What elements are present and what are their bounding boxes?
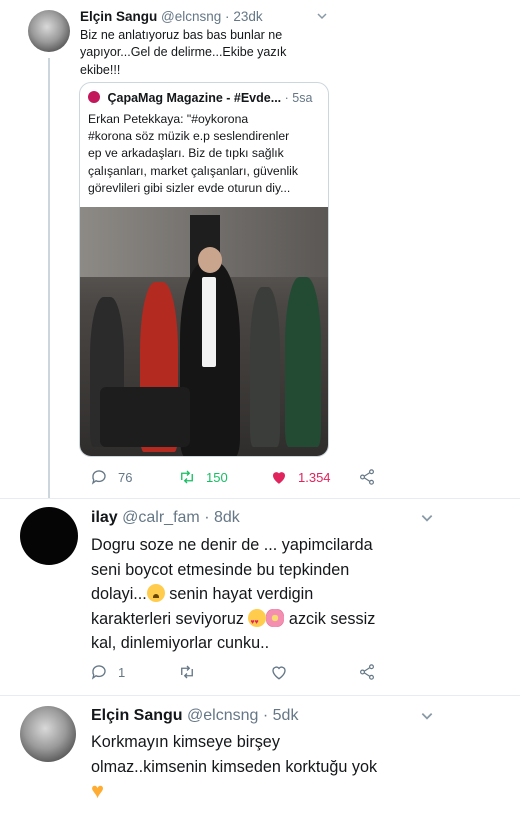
tweet-text-span: dolayi... [91,585,147,603]
tweet-text: Korkmayın kimseye birşey olmaz..kimsenin… [91,730,511,806]
heart-icon [273,472,285,484]
tweet-text-span: senin hayat verdigin [164,585,314,603]
tweet-text-line: dolayi... senin hayat verdigin [91,582,511,607]
tweet-header: Elçin Sangu @elcnsng · 5dk [91,707,298,725]
tweet-text-line: kal, dinlemiyorlar cunku.. [91,634,270,652]
tweet-2[interactable]: ilay @calr_fam · 8dk Dogru soze ne denir… [0,499,520,695]
share-icon [360,469,374,485]
tweet-actions: 1 [90,663,490,683]
chevron-down-icon[interactable] [420,709,434,728]
heart-icon [272,666,286,680]
separator-dot: · [284,91,289,105]
reply-button[interactable]: 1 [90,663,125,681]
avatar[interactable] [28,10,70,52]
quoted-text-line: ep ve arkadaşları. Biz de tıpkı sağlık [88,146,284,161]
tweet-text-span: azcik sessiz [284,609,376,628]
tweet-text-line: Biz ne anlatıyoruz bas bas bunlar ne [80,28,283,42]
orange-heart-emoji-icon: ♥ [91,778,105,803]
quoted-source-name: ÇapaMag Magazine - #Evde... [107,91,282,105]
separator-dot: · [262,707,269,724]
reply-count: 76 [118,469,133,485]
quoted-text-line: #korona söz müzik e.p seslendirenler [88,129,290,144]
tweet-text-line: ♥ [91,780,511,806]
tweet-text-line: Korkmayın kimseye birşey [91,733,280,751]
tweet-text-line: seni boycot etmesinde bu tepkinden [91,560,350,579]
heart-eyes-emoji-icon [248,608,267,635]
retweet-button[interactable] [178,663,206,681]
like-count: 1.354 [298,469,331,485]
quoted-tweet-card[interactable]: ÇapaMag Magazine - #Evde... · 5sa Erkan … [79,82,329,457]
user-handle[interactable]: @calr_fam [122,509,200,526]
avatar[interactable] [20,706,76,762]
like-button[interactable] [270,663,298,681]
tweet-text: Biz ne anlatıyoruz bas bas bunlar ne yap… [80,27,330,79]
media-figure [202,277,216,367]
user-name[interactable]: Elçin Sangu [80,9,157,24]
quoted-text-line: Erkan Petekkaya: "#oykorona [88,112,249,126]
flower-emoji-icon [266,608,285,627]
share-button[interactable] [358,468,386,486]
separator-dot: · [204,509,210,526]
reply-count: 1 [118,664,126,680]
reply-button[interactable]: 76 [90,468,132,486]
tweet-actions: 76 150 1.354 [90,468,490,488]
media-figure [100,387,190,447]
tweet-time[interactable]: 8dk [214,509,240,526]
retweet-button[interactable]: 150 [178,468,228,486]
retweet-icon [181,665,193,679]
separator-dot: · [225,9,230,24]
like-button[interactable]: 1.354 [270,468,331,486]
share-icon [360,664,374,680]
retweet-icon [181,470,193,484]
media-figure [285,277,321,447]
tweet-header: Elçin Sangu @elcnsng · 23dk [80,9,263,24]
reply-icon [91,470,106,485]
retweet-count: 150 [206,469,228,485]
reply-icon [91,665,106,680]
tweet-text: Dogru soze ne denir de ... yapimcilarda … [91,533,511,656]
quoted-tweet-text: Erkan Petekkaya: "#oykorona #korona söz … [88,111,324,197]
source-logo-icon [88,91,100,103]
tweet-header: ilay @calr_fam · 8dk [91,509,240,527]
tweet-time[interactable]: 5dk [273,707,299,724]
media-figure [198,247,222,273]
worried-face-emoji-icon [146,584,165,602]
quoted-tweet-header: ÇapaMag Magazine - #Evde... · 5sa [88,91,312,105]
tweet-text-line: Dogru soze ne denir de ... yapimcilarda [91,536,373,554]
chevron-down-icon[interactable] [420,511,434,530]
tweet-text-line: karakterleri seviyoruz azcik sessiz [91,607,511,635]
avatar[interactable] [20,507,78,565]
quoted-video-thumbnail[interactable] [80,207,328,456]
share-button[interactable] [358,663,386,681]
user-name[interactable]: Elçin Sangu [91,707,183,724]
tweet-3[interactable]: Elçin Sangu @elcnsng · 5dk Korkmayın kim… [0,696,520,813]
quoted-text-line: görevlileri gibi sizler evde oturun diy.… [88,180,291,195]
chevron-down-icon[interactable] [316,9,328,27]
quoted-time: 5sa [292,91,313,105]
user-name[interactable]: ilay [91,509,118,526]
tweet-text-line: yapıyor...Gel de delirme...Ekibe yazık [80,45,287,60]
tweet-text-line: olmaz..kimsenin kimseden korktuğu yok [91,758,378,776]
tweet-1[interactable]: Elçin Sangu @elcnsng · 23dk Biz ne anlat… [0,0,520,498]
quoted-text-line: çalışanları, market çalışanları, güvenli… [88,163,298,178]
tweet-time[interactable]: 23dk [233,9,262,24]
user-handle[interactable]: @elcnsng [161,9,221,24]
tweet-text-line: ekibe!!! [80,62,121,77]
thread-line [48,58,50,498]
tweet-text-span: karakterleri seviyoruz [91,609,249,628]
user-handle[interactable]: @elcnsng [187,707,258,724]
media-figure [250,287,280,447]
